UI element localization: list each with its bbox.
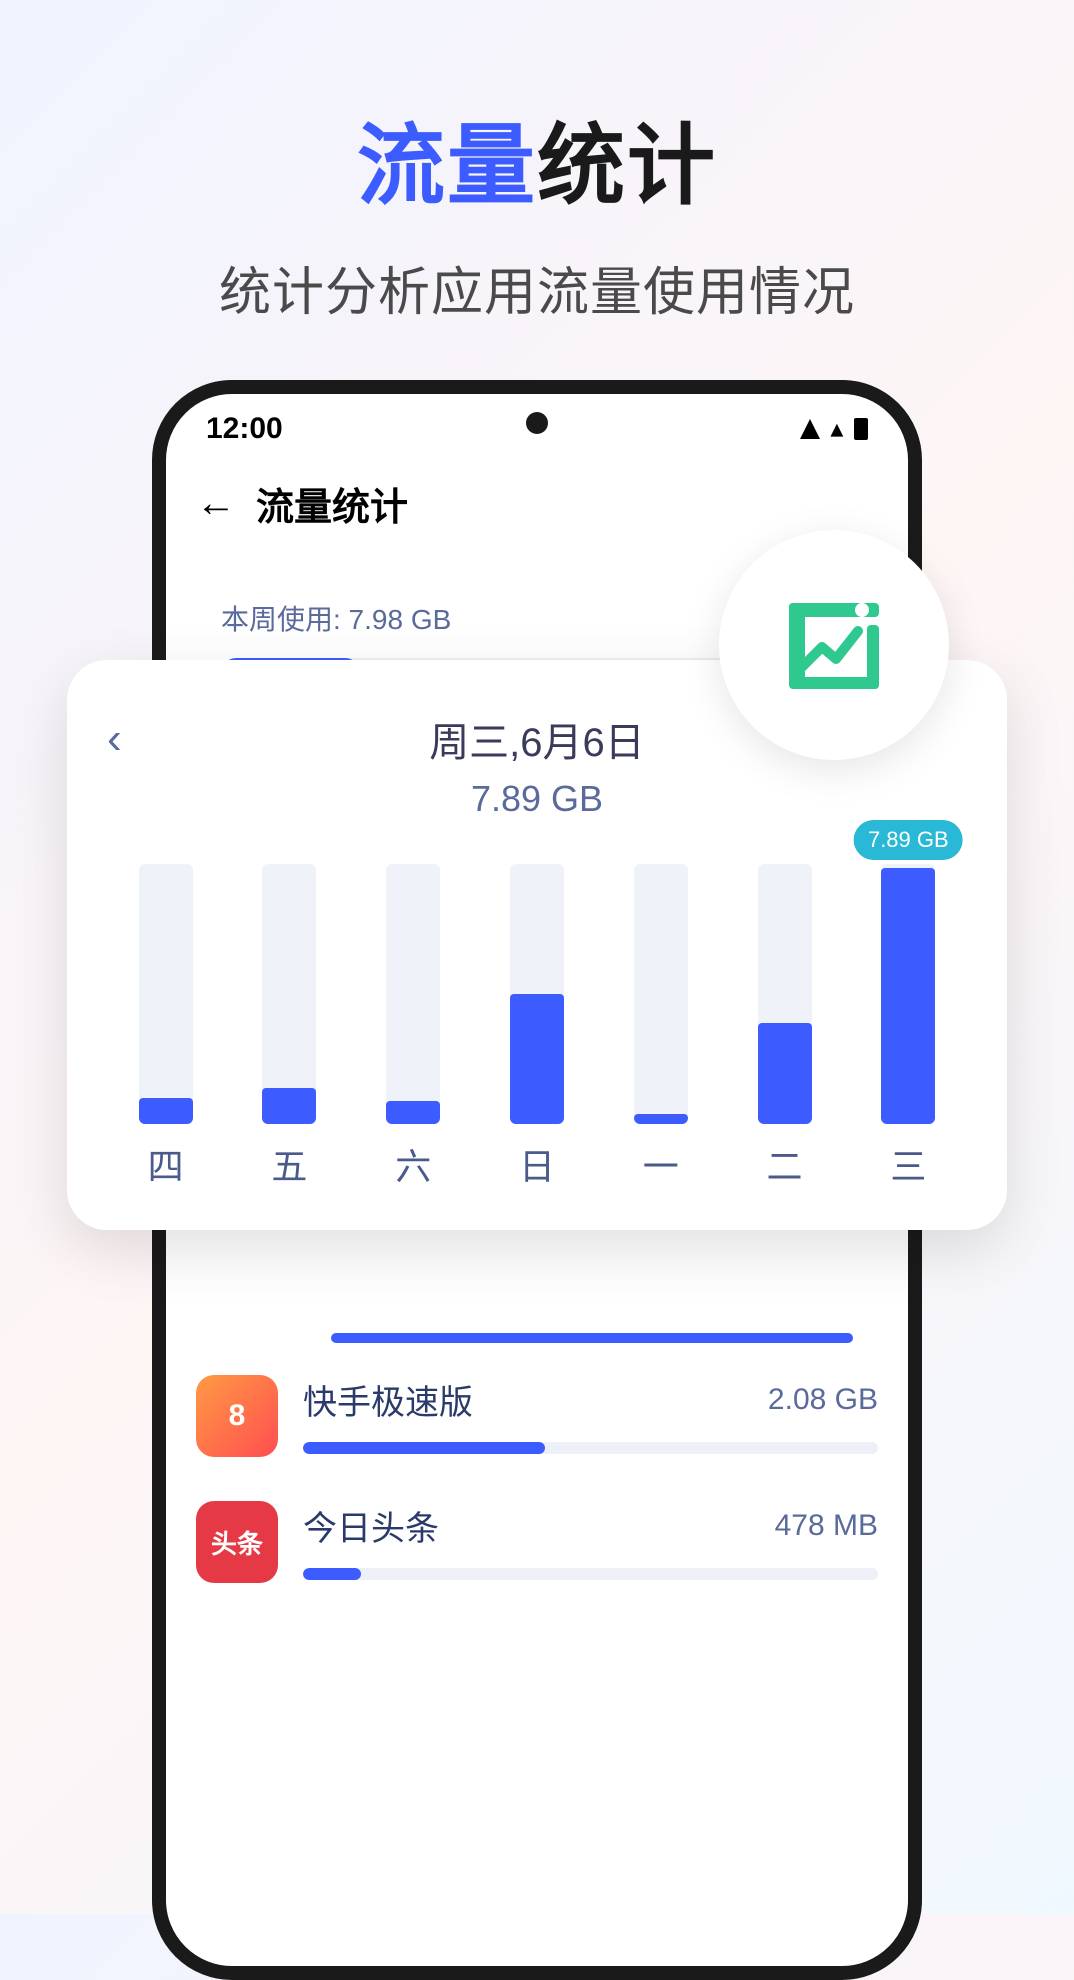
chart-bar-bg bbox=[139, 864, 193, 1124]
battery-icon bbox=[854, 418, 868, 440]
title-section: 流量统计 统计分析应用流量使用情况 bbox=[0, 0, 1074, 325]
chart-bar[interactable]: 六 bbox=[363, 864, 464, 1190]
chart-bar-label: 四 bbox=[148, 1138, 184, 1190]
chart-bar-label: 五 bbox=[271, 1138, 307, 1190]
chart-bar[interactable]: 一 bbox=[610, 864, 711, 1190]
chart-bar-label: 日 bbox=[519, 1138, 555, 1190]
app-name: 快手极速版 bbox=[303, 1375, 473, 1424]
chart-bar-fill bbox=[881, 868, 935, 1124]
analytics-icon bbox=[774, 585, 894, 705]
chart-bar-fill bbox=[758, 1023, 812, 1124]
back-arrow-icon[interactable]: ← bbox=[196, 481, 236, 526]
chart-bar-fill bbox=[510, 994, 564, 1124]
app-usage-bar bbox=[303, 1568, 878, 1580]
app-details: 今日头条 478 MB bbox=[303, 1501, 878, 1580]
chart-bar-fill bbox=[386, 1101, 440, 1124]
app-header-title: 流量统计 bbox=[256, 476, 408, 531]
chart-bar[interactable]: 7.89 GB三 bbox=[858, 864, 959, 1190]
chart-bar-bg bbox=[386, 864, 440, 1124]
title-part-black: 统计 bbox=[537, 116, 717, 215]
chart-bar-bg bbox=[758, 864, 812, 1124]
chart-bar-bg bbox=[881, 864, 935, 1124]
chart-bars: 四五六日一二7.89 GB三 bbox=[107, 870, 967, 1190]
app-name: 今日头条 bbox=[303, 1501, 439, 1550]
chart-bar[interactable]: 五 bbox=[239, 864, 340, 1190]
chart-bar[interactable]: 四 bbox=[115, 864, 216, 1190]
chart-bar-label: 六 bbox=[395, 1138, 431, 1190]
app-usage-fill bbox=[303, 1442, 545, 1454]
app-details: 快手极速版 2.08 GB bbox=[303, 1375, 878, 1454]
app-list: 8 快手极速版 2.08 GB 头条 今日头条 478 MB bbox=[166, 1333, 908, 1605]
chart-bar[interactable]: 日 bbox=[486, 864, 587, 1190]
chart-float-icon bbox=[719, 530, 949, 760]
chart-bar-fill bbox=[262, 1088, 316, 1124]
camera-notch bbox=[526, 412, 548, 434]
chart-bar-bg bbox=[510, 864, 564, 1124]
chart-bar-label: 二 bbox=[767, 1138, 803, 1190]
subtitle: 统计分析应用流量使用情况 bbox=[0, 250, 1074, 325]
chart-bar-fill bbox=[634, 1114, 688, 1124]
status-time: 12:00 bbox=[206, 412, 283, 446]
signal-icon bbox=[800, 419, 820, 439]
chart-date: 周三,6月6日 bbox=[429, 710, 645, 768]
chart-bar[interactable]: 二 bbox=[734, 864, 835, 1190]
app-list-divider bbox=[331, 1333, 853, 1343]
app-item[interactable]: 头条 今日头条 478 MB bbox=[191, 1479, 883, 1605]
toutiao-app-icon: 头条 bbox=[196, 1501, 278, 1583]
wifi-icon bbox=[826, 412, 848, 446]
chart-bar-bg bbox=[634, 864, 688, 1124]
chart-bar-bg bbox=[262, 864, 316, 1124]
main-title: 流量统计 bbox=[0, 95, 1074, 222]
app-usage-fill bbox=[303, 1568, 361, 1580]
kuaishou-app-icon: 8 bbox=[196, 1375, 278, 1457]
app-item[interactable]: 8 快手极速版 2.08 GB bbox=[191, 1353, 883, 1479]
chart-prev-icon[interactable]: ‹ bbox=[107, 714, 122, 764]
app-size: 2.08 GB bbox=[768, 1383, 878, 1417]
app-size: 478 MB bbox=[775, 1509, 878, 1543]
status-icons bbox=[800, 412, 868, 446]
chart-total: 7.89 GB bbox=[107, 778, 967, 820]
app-usage-bar bbox=[303, 1442, 878, 1454]
title-part-blue: 流量 bbox=[357, 116, 537, 215]
chart-bar-label: 一 bbox=[643, 1138, 679, 1190]
chart-bar-label: 三 bbox=[890, 1138, 926, 1190]
chart-bar-badge: 7.89 GB bbox=[854, 820, 963, 860]
chart-bar-fill bbox=[139, 1098, 193, 1124]
